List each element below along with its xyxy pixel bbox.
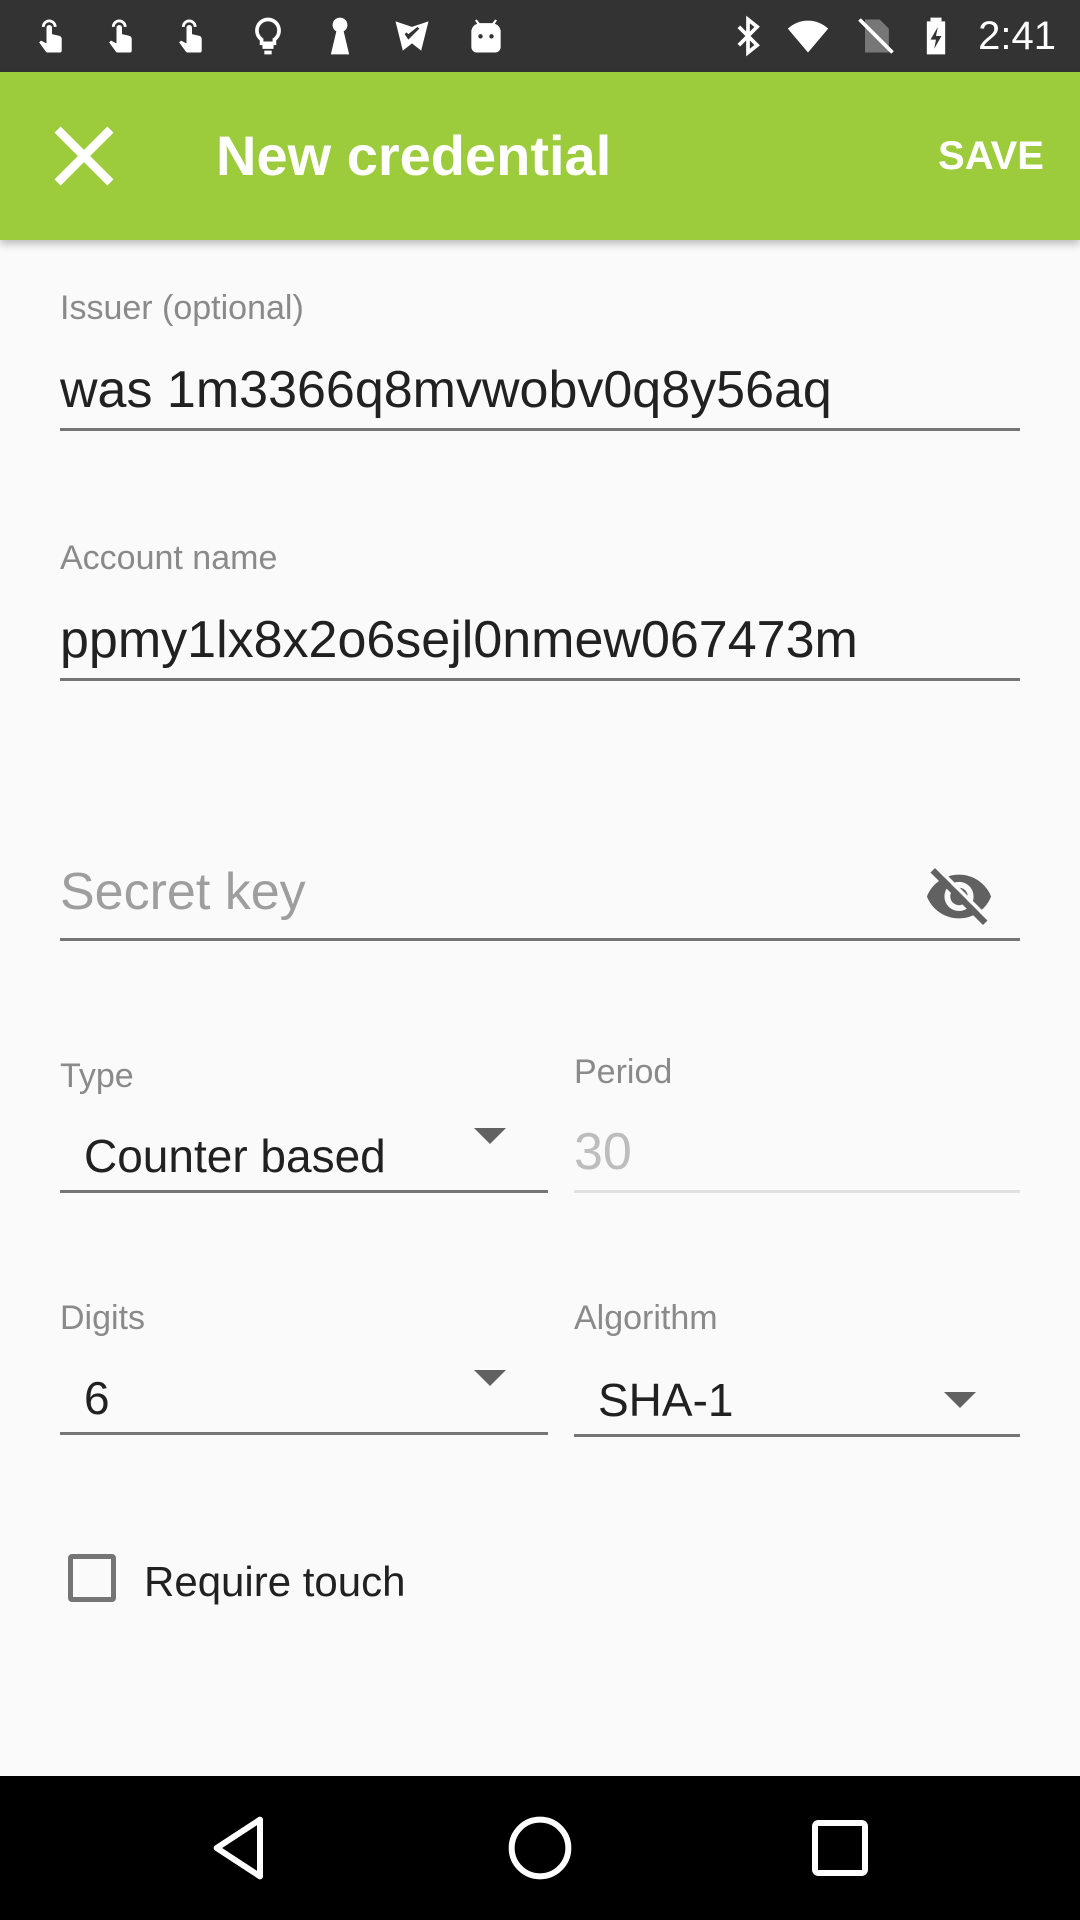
- recents-icon[interactable]: [800, 1808, 880, 1888]
- digits-label: Digits: [60, 1299, 146, 1337]
- navigation-bar: [0, 1776, 1080, 1920]
- android-icon: [471, 19, 501, 53]
- type-underline: [60, 1190, 548, 1193]
- secret-key-underline: [60, 938, 1020, 941]
- require-touch-label[interactable]: Require touch: [144, 1558, 406, 1606]
- account-name-underline: [60, 678, 1020, 681]
- algorithm-label: Algorithm: [574, 1299, 718, 1337]
- close-icon[interactable]: [44, 116, 124, 196]
- algorithm-underline: [574, 1434, 1020, 1437]
- chevron-down-icon: [474, 1370, 506, 1386]
- bluetooth-icon: [737, 15, 760, 57]
- period-underline: [574, 1190, 1020, 1193]
- period-input[interactable]: 30: [574, 1120, 632, 1184]
- period-label: Period: [574, 1053, 673, 1091]
- type-value: Counter based: [84, 1130, 386, 1182]
- digits-value: 6: [84, 1372, 110, 1424]
- save-button[interactable]: SAVE: [938, 128, 1044, 184]
- status-bar: 2:41: [0, 0, 1080, 72]
- account-name-label: Account name: [60, 539, 278, 577]
- type-dropdown[interactable]: Counter based: [60, 1110, 548, 1194]
- issuer-label: Issuer (optional): [60, 289, 304, 327]
- secret-key-input[interactable]: Secret key: [60, 860, 306, 924]
- chevron-down-icon: [944, 1392, 976, 1408]
- no-sim-icon: [858, 18, 894, 54]
- page-title: New credential: [216, 124, 612, 187]
- lightbulb-icon: [255, 17, 281, 55]
- check-icon: [395, 21, 429, 51]
- battery-charging-icon: [926, 17, 946, 55]
- keyhole-icon: [330, 17, 350, 55]
- algorithm-dropdown[interactable]: SHA-1: [574, 1352, 1020, 1436]
- clock: 2:41: [978, 14, 1056, 58]
- issuer-underline: [60, 428, 1020, 431]
- digits-underline: [60, 1432, 548, 1435]
- home-icon[interactable]: [500, 1808, 580, 1888]
- wifi-icon: [787, 20, 829, 53]
- touch-app-icon: [179, 19, 202, 53]
- digits-dropdown[interactable]: 6: [60, 1352, 548, 1436]
- type-label: Type: [60, 1057, 134, 1095]
- issuer-input[interactable]: was 1m3366q8mvwobv0q8y56aq: [60, 358, 832, 422]
- back-icon[interactable]: [200, 1808, 280, 1888]
- visibility-off-icon[interactable]: [924, 860, 994, 930]
- app-bar: New credential SAVE: [0, 72, 1080, 240]
- algorithm-value: SHA-1: [598, 1374, 734, 1426]
- account-name-input[interactable]: ppmy1lx8x2o6sejl0nmew067473m: [60, 608, 858, 672]
- chevron-down-icon: [474, 1128, 506, 1144]
- touch-app-icon: [39, 19, 62, 53]
- require-touch-checkbox[interactable]: [68, 1554, 116, 1602]
- touch-app-icon: [109, 19, 132, 53]
